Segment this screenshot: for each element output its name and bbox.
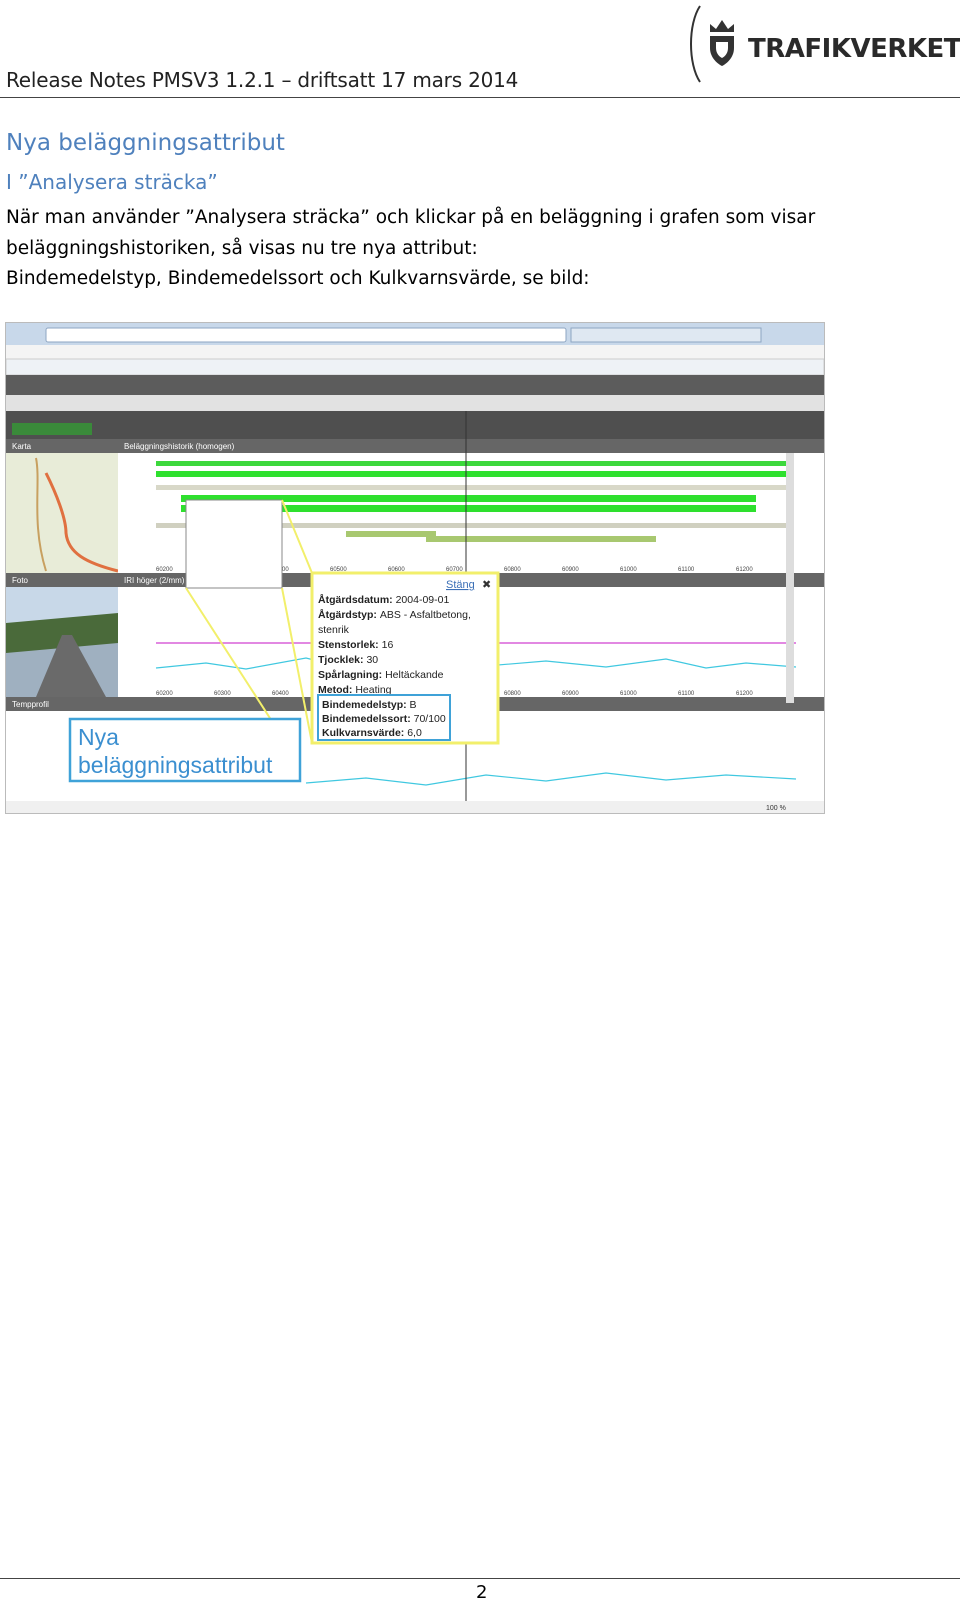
address-bar[interactable] [45, 327, 567, 343]
popup-attribute-line: Åtgärdstyp: ABS - Asfaltbetong, [318, 608, 471, 621]
x-tick-label: 60800 [504, 567, 521, 573]
application-screenshot: Karta Foto Tempprofil Beläggningshistori… [5, 322, 825, 814]
photo-panel-title: Foto [12, 576, 29, 585]
popup-new-attribute-line: Bindemedelssort: 70/100 [322, 713, 446, 725]
section-heading: Nya beläggningsattribut [6, 130, 285, 156]
history-bar [346, 531, 436, 537]
small-popup [185, 499, 283, 589]
x-tick-label: 60200 [156, 567, 173, 573]
x-tick-label: 60300 [214, 691, 231, 697]
popup-attribute-line: Stenstorlek: 16 [318, 639, 393, 651]
screenshot-canvas: Karta Foto Tempprofil Beläggningshistori… [6, 323, 824, 813]
history-panel-title: Beläggningshistorik (homogen) [124, 442, 235, 451]
x-tick-label: 61200 [736, 567, 753, 573]
popup-attribute-line: stenrik [318, 624, 350, 636]
layer-buttons[interactable] [12, 423, 92, 435]
navigation-toolbar [6, 395, 824, 411]
popup-new-attribute-line: Bindemedelstyp: B [322, 699, 417, 711]
status-bar [6, 801, 824, 813]
road-info-bar [6, 375, 824, 395]
x-tick-label: 60900 [562, 567, 579, 573]
x-tick-label: 60800 [504, 691, 521, 697]
favorites-bar [6, 358, 824, 376]
close-icon[interactable]: ✖ [482, 579, 491, 591]
footer-divider [0, 1578, 960, 1579]
popup-close-link[interactable]: Stäng [446, 579, 475, 591]
menu-bar [6, 345, 824, 359]
scrollbar[interactable] [786, 453, 794, 703]
x-tick-label: 61100 [678, 691, 695, 697]
x-tick-label: 60400 [272, 691, 289, 697]
temp-panel-title: Tempprofil [12, 700, 49, 709]
app-toolbar [6, 411, 824, 439]
paragraph-line: När man använder ”Analysera sträcka” och… [6, 207, 816, 228]
paragraph-line: beläggningshistoriken, så visas nu tre n… [6, 237, 478, 259]
page-number: 2 [476, 1582, 488, 1603]
paragraph-line: Bindemedelstyp, Bindemedelssort och Kulk… [6, 268, 590, 289]
iri-panel-title: IRI höger (2/mm) [124, 576, 185, 585]
callout-line2: beläggningsattribut [78, 752, 273, 778]
trafikverket-logo: TRAFIKVERKET [686, 4, 960, 84]
x-tick-label: 61000 [620, 691, 637, 697]
popup-attribute-line: Tjocklek: 30 [318, 654, 378, 666]
x-tick-label: 61200 [736, 691, 753, 697]
callout-line1: Nya [78, 724, 119, 750]
x-tick-label: 60200 [156, 691, 173, 697]
history-bar [156, 461, 786, 466]
zoom-level: 100 % [766, 805, 786, 812]
popup-attribute-line: Åtgärdsdatum: 2004-09-01 [318, 593, 449, 606]
section-paragraph: När man använder ”Analysera sträcka” och… [6, 203, 906, 295]
header-divider [0, 97, 960, 98]
x-tick-label: 61000 [620, 567, 637, 573]
popup-new-attribute-line: Kulkvarnsvärde: 6,0 [322, 727, 422, 739]
history-bar [156, 471, 786, 477]
section-subheading: I ”Analysera sträcka” [6, 170, 218, 194]
map-panel-title: Karta [12, 442, 32, 451]
history-bar [426, 536, 656, 542]
x-tick-label: 60900 [562, 691, 579, 697]
logo-wordmark: TRAFIKVERKET [748, 34, 960, 64]
popup-attribute-line: Spårlagning: Heltäckande [318, 669, 444, 681]
history-bar [156, 485, 786, 490]
browser-tabs[interactable] [570, 327, 762, 343]
document-title: Release Notes PMSV3 1.2.1 – driftsatt 17… [6, 68, 519, 92]
x-tick-label: 61100 [678, 567, 695, 573]
